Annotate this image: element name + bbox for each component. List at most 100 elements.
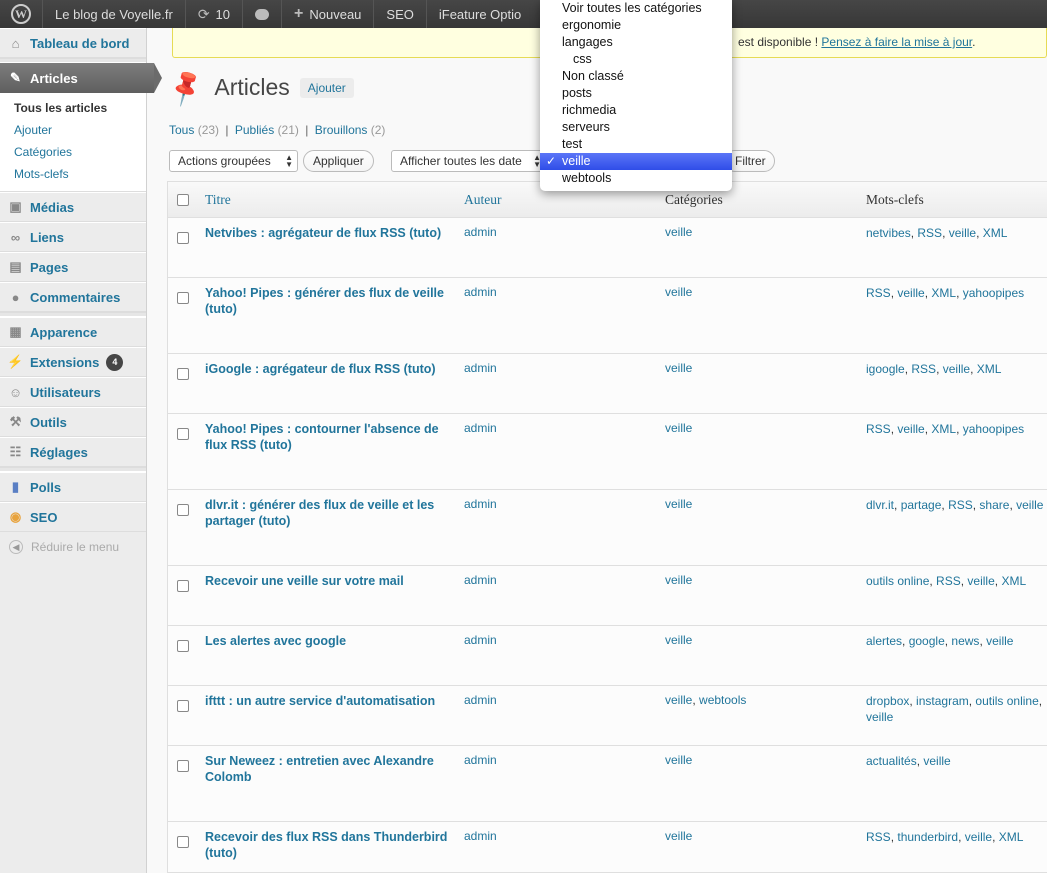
post-title-link[interactable]: Yahoo! Pipes : générer des flux de veill… [205, 285, 460, 317]
add-new-button[interactable]: Ajouter [299, 77, 354, 98]
category-filter-dropdown[interactable]: Voir toutes les catégories ergonomie langa… [540, 0, 732, 191]
post-title-link[interactable]: Recevoir des flux RSS dans Thunderbird (… [205, 829, 460, 861]
post-author-link[interactable]: admin [464, 361, 497, 375]
category-option[interactable]: ✓ veille [540, 153, 732, 170]
ifeature-options-button[interactable]: iFeature Optio [427, 0, 533, 28]
row-checkbox[interactable] [177, 640, 189, 652]
post-author-link[interactable]: admin [464, 633, 497, 647]
post-title-link[interactable]: Netvibes : agrégateur de flux RSS (tuto) [205, 225, 460, 241]
menu-medias[interactable]: ▣ Médias [0, 192, 146, 222]
tag-link[interactable]: google [909, 634, 945, 648]
post-author-link[interactable]: admin [464, 693, 497, 707]
filter-all[interactable]: Tous [169, 123, 194, 137]
menu-dashboard[interactable]: ⌂ Tableau de bord [0, 28, 146, 58]
tag-link[interactable]: dropbox [866, 694, 909, 708]
tag-link[interactable]: thunderbird [897, 830, 958, 844]
post-author-link[interactable]: admin [464, 829, 497, 843]
post-title-link[interactable]: Sur Neweez : entretien avec Alexandre Co… [205, 753, 460, 785]
tag-link[interactable]: veille [1016, 498, 1043, 512]
tag-link[interactable]: share [979, 498, 1009, 512]
row-checkbox[interactable] [177, 368, 189, 380]
new-content-button[interactable]: + Nouveau [282, 0, 375, 28]
tag-link[interactable]: XML [999, 830, 1024, 844]
tag-link[interactable]: partage [901, 498, 942, 512]
menu-settings[interactable]: ☷ Réglages [0, 437, 146, 467]
category-link[interactable]: veille [665, 497, 692, 511]
updates-button[interactable]: ⟳ 10 [186, 0, 244, 28]
tag-link[interactable]: RSS [866, 286, 891, 300]
menu-pages[interactable]: ▤ Pages [0, 252, 146, 282]
comments-button[interactable] [243, 0, 283, 28]
collapse-menu-button[interactable]: ◀ Réduire le menu [0, 532, 146, 562]
tag-link[interactable]: yahoopipes [963, 286, 1024, 300]
category-link[interactable]: veille [665, 421, 692, 435]
submenu-all-articles[interactable]: Tous les articles [0, 97, 146, 119]
category-link[interactable]: webtools [699, 693, 746, 707]
menu-appearance[interactable]: ▦ Apparence [0, 317, 146, 347]
wordpress-logo-button[interactable]: W [0, 0, 43, 28]
tag-link[interactable]: dlvr.it [866, 498, 894, 512]
apply-button[interactable]: Appliquer [303, 150, 374, 172]
post-author-link[interactable]: admin [464, 225, 497, 239]
submenu-tags[interactable]: Mots-clefs [0, 163, 146, 185]
menu-articles[interactable]: ✎ Articles [0, 63, 154, 93]
submenu-add[interactable]: Ajouter [0, 119, 146, 141]
category-link[interactable]: veille [665, 225, 692, 239]
seo-menu-button[interactable]: SEO [374, 0, 427, 28]
row-checkbox[interactable] [177, 292, 189, 304]
category-option[interactable]: css [540, 51, 732, 68]
row-checkbox[interactable] [177, 760, 189, 772]
tag-link[interactable]: veille [965, 830, 992, 844]
post-author-link[interactable]: admin [464, 285, 497, 299]
tag-link[interactable]: actualités [866, 754, 917, 768]
tag-link[interactable]: igoogle [866, 362, 905, 376]
select-all-checkbox[interactable] [177, 194, 189, 206]
post-author-link[interactable]: admin [464, 421, 497, 435]
category-link[interactable]: veille [665, 361, 692, 375]
post-author-link[interactable]: admin [464, 497, 497, 511]
date-filter-select[interactable]: Afficher toutes les date ▲ ▼ [391, 150, 546, 172]
row-checkbox[interactable] [177, 836, 189, 848]
post-title-link[interactable]: iGoogle : agrégateur de flux RSS (tuto) [205, 361, 460, 377]
category-link[interactable]: veille [665, 573, 692, 587]
tag-link[interactable]: XML [1001, 574, 1026, 588]
filter-published[interactable]: Publiés [235, 123, 274, 137]
tag-link[interactable]: XML [931, 422, 956, 436]
category-link[interactable]: veille [665, 693, 692, 707]
site-name-link[interactable]: Le blog de Voyelle.fr [43, 0, 186, 28]
tag-link[interactable]: veille [949, 226, 976, 240]
post-title-link[interactable]: Recevoir une veille sur votre mail [205, 573, 460, 589]
tag-link[interactable]: veille [897, 286, 924, 300]
bulk-actions-select[interactable]: Actions groupées ▲ ▼ [169, 150, 298, 172]
menu-extensions[interactable]: ⚡ Extensions 4 [0, 347, 146, 377]
column-title-header[interactable]: Titre [205, 192, 231, 208]
tag-link[interactable]: veille [943, 362, 970, 376]
tag-link[interactable]: XML [983, 226, 1008, 240]
row-checkbox[interactable] [177, 428, 189, 440]
category-option[interactable]: posts [540, 85, 732, 102]
category-option[interactable]: langages [540, 34, 732, 51]
category-option[interactable]: ergonomie [540, 17, 732, 34]
tag-link[interactable]: alertes [866, 634, 902, 648]
row-checkbox[interactable] [177, 504, 189, 516]
menu-polls[interactable]: ▮ Polls [0, 472, 146, 502]
menu-links[interactable]: ∞ Liens [0, 222, 146, 252]
row-checkbox[interactable] [177, 232, 189, 244]
tag-link[interactable]: RSS [917, 226, 942, 240]
tag-link[interactable]: veille [967, 574, 994, 588]
tag-link[interactable]: outils online [866, 574, 929, 588]
post-title-link[interactable]: ifttt : un autre service d'automatisatio… [205, 693, 460, 709]
category-option[interactable]: Non classé [540, 68, 732, 85]
category-option[interactable]: Voir toutes les catégories [540, 0, 732, 17]
filter-drafts[interactable]: Brouillons [315, 123, 368, 137]
tag-link[interactable]: veille [866, 710, 893, 724]
column-author-header[interactable]: Auteur [464, 192, 502, 208]
post-title-link[interactable]: Yahoo! Pipes : contourner l'absence de f… [205, 421, 460, 453]
menu-comments[interactable]: ● Commentaires [0, 282, 146, 312]
post-author-link[interactable]: admin [464, 753, 497, 767]
tag-link[interactable]: news [951, 634, 979, 648]
tag-link[interactable]: RSS [866, 830, 891, 844]
post-title-link[interactable]: dlvr.it : générer des flux de veille et … [205, 497, 460, 529]
category-option[interactable]: webtools [540, 170, 732, 187]
update-link[interactable]: Pensez à faire la mise à jour [821, 35, 972, 49]
